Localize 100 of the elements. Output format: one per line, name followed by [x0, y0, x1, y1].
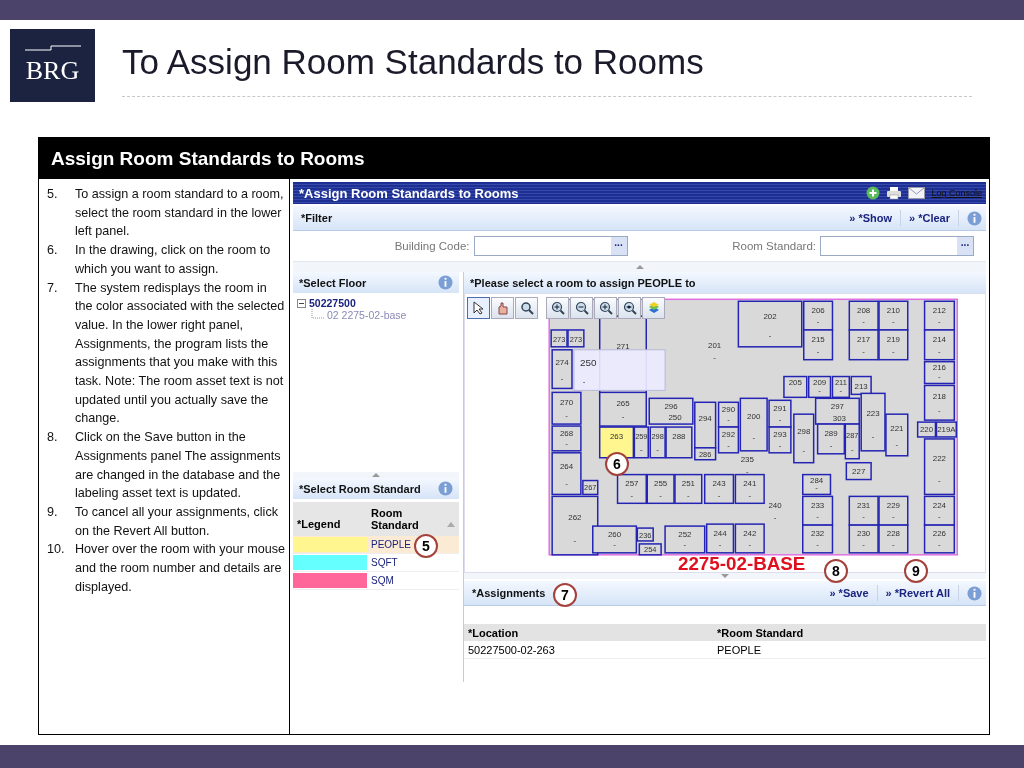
filter-action-link[interactable]: » *Clear [909, 212, 950, 224]
column-header[interactable]: *Room Standard [713, 626, 962, 639]
room[interactable] [638, 543, 662, 556]
info-icon[interactable] [967, 210, 982, 226]
printer-icon[interactable] [886, 186, 903, 200]
room[interactable] [694, 401, 717, 449]
room[interactable] [551, 349, 573, 390]
room[interactable] [636, 527, 654, 542]
room[interactable] [734, 523, 765, 554]
room[interactable] [803, 300, 834, 331]
column-header[interactable]: Room Standard [371, 507, 441, 531]
room[interactable] [551, 452, 582, 496]
room[interactable] [844, 423, 860, 460]
room[interactable] [551, 425, 582, 452]
info-icon[interactable] [967, 585, 982, 601]
tree-item[interactable]: 50227500 [309, 297, 356, 309]
room[interactable] [935, 421, 958, 438]
room[interactable] [878, 329, 909, 361]
tooltip-detail: - [582, 377, 586, 387]
room[interactable] [831, 375, 851, 399]
room[interactable] [923, 495, 956, 526]
room[interactable] [598, 426, 635, 459]
room[interactable] [923, 329, 956, 361]
browse-button[interactable]: ... [957, 237, 973, 255]
tree-item[interactable]: 02 2275-02-base [327, 309, 407, 321]
room[interactable] [551, 391, 582, 425]
tool-button[interactable] [594, 297, 617, 319]
tool-button[interactable] [546, 297, 569, 319]
room-detail: - [630, 490, 634, 500]
room[interactable] [737, 300, 803, 348]
assignment-action-link[interactable]: » *Save [829, 587, 869, 599]
mail-icon[interactable] [908, 187, 926, 199]
column-header[interactable]: *Location [464, 626, 713, 639]
room[interactable] [814, 397, 860, 425]
room[interactable] [916, 421, 937, 438]
room[interactable] [703, 473, 735, 505]
room[interactable] [923, 360, 956, 385]
collapse-icon[interactable] [635, 265, 644, 269]
room[interactable] [848, 329, 879, 361]
tool-button[interactable] [515, 297, 538, 319]
room[interactable] [850, 375, 872, 396]
room[interactable] [616, 473, 647, 505]
tool-button[interactable] [618, 297, 641, 319]
room[interactable] [807, 375, 832, 399]
room[interactable] [802, 495, 834, 526]
room[interactable] [592, 525, 638, 554]
standard-row[interactable]: SQFT [293, 554, 459, 572]
room[interactable] [848, 300, 879, 331]
room[interactable] [648, 397, 694, 425]
tool-button[interactable] [570, 297, 593, 319]
room[interactable] [646, 473, 675, 505]
room[interactable] [793, 413, 815, 464]
room[interactable] [739, 397, 768, 452]
room[interactable] [717, 426, 740, 454]
lookup-field[interactable]: ... [473, 236, 628, 256]
filter-action-link[interactable]: » *Show [849, 212, 892, 224]
room[interactable] [845, 461, 872, 481]
room[interactable] [802, 473, 832, 496]
room[interactable] [802, 524, 834, 554]
room[interactable] [717, 401, 740, 428]
room[interactable] [923, 300, 956, 331]
collapse-box-icon[interactable] [297, 298, 306, 308]
room[interactable] [783, 375, 808, 399]
room[interactable] [674, 473, 703, 505]
standard-row[interactable]: SQM [293, 572, 459, 590]
column-header[interactable]: *Legend [293, 508, 371, 530]
room[interactable] [633, 426, 649, 459]
room[interactable] [551, 495, 599, 556]
room[interactable] [860, 392, 886, 452]
info-icon[interactable] [438, 481, 453, 496]
room[interactable] [664, 525, 706, 554]
room[interactable] [878, 495, 909, 526]
room[interactable] [665, 426, 693, 459]
room-number: 223 [866, 409, 880, 419]
room[interactable] [848, 524, 879, 554]
info-icon[interactable] [438, 275, 453, 290]
room[interactable] [705, 523, 735, 554]
room[interactable] [768, 426, 792, 454]
room[interactable] [803, 329, 834, 361]
room[interactable] [923, 384, 956, 421]
room[interactable] [816, 423, 846, 455]
room[interactable] [550, 329, 568, 348]
room[interactable] [885, 413, 909, 457]
room[interactable] [598, 391, 647, 427]
assignment-action-link[interactable]: » *Revert All [885, 587, 950, 599]
lookup-field[interactable]: ... [820, 236, 974, 256]
tool-button[interactable] [642, 297, 665, 319]
tool-button[interactable] [467, 297, 490, 319]
room[interactable] [923, 438, 956, 496]
room[interactable] [734, 473, 765, 505]
room[interactable] [649, 426, 666, 459]
room[interactable] [567, 329, 585, 348]
room[interactable] [694, 447, 717, 461]
room[interactable] [878, 524, 909, 554]
room[interactable] [768, 399, 792, 428]
add-icon[interactable] [866, 186, 881, 200]
room[interactable] [848, 495, 879, 526]
room[interactable] [923, 524, 956, 554]
room[interactable] [582, 479, 599, 496]
room[interactable] [878, 300, 909, 331]
